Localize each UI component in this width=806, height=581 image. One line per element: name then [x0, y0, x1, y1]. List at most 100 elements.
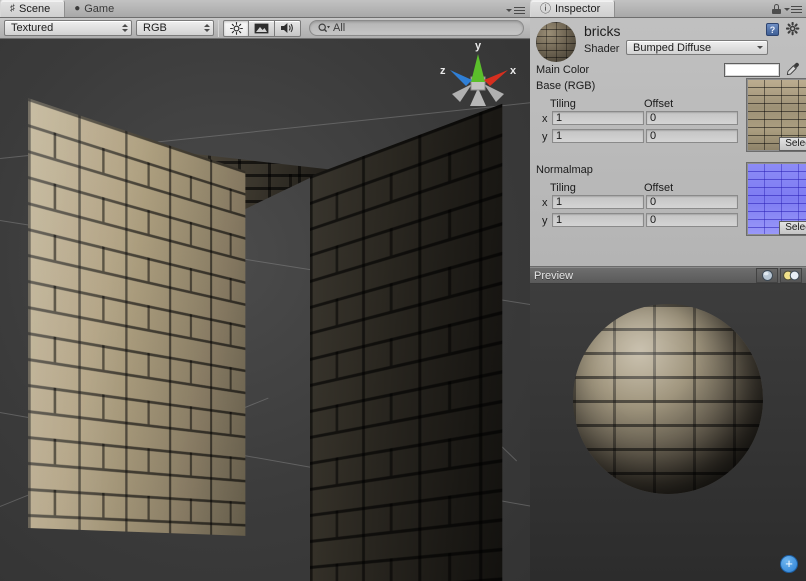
normalmap-tiling-x-field[interactable]: 1	[552, 195, 644, 209]
scene-view-toggles	[223, 20, 301, 37]
preview-lighting-button[interactable]	[780, 268, 802, 283]
grid-hash-icon: ♯	[10, 4, 15, 14]
cube-right-shading	[310, 104, 502, 581]
normalmap-axis-x-label: x	[542, 197, 548, 209]
material-inspector-body: bricks Shader Bumped Diffuse ?	[530, 18, 806, 267]
audio-toggle-button[interactable]	[275, 20, 301, 37]
shader-dropdown[interactable]: Bumped Diffuse	[626, 40, 768, 55]
base-axis-x-label: x	[542, 113, 548, 125]
info-circle-icon: ⓘ	[540, 4, 551, 15]
scene-viewport[interactable]: y x z	[0, 40, 530, 581]
preview-title: Preview	[534, 270, 573, 282]
base-offset-x-field[interactable]: 0	[646, 111, 738, 125]
tab-scene-label: Scene	[19, 3, 50, 15]
normalmap-section: Normalmap Tiling Offset x 1 0 y 1 0 Sele…	[530, 164, 806, 246]
gizmo-neg-x-cone	[452, 84, 472, 102]
settings-gear-icon[interactable]	[786, 22, 800, 36]
render-mode-dropdown[interactable]: RGB	[136, 20, 214, 36]
tab-game[interactable]: ● Game	[65, 0, 128, 17]
gizmo-x-cone	[484, 70, 508, 86]
base-tiling-x-field[interactable]: 1	[552, 111, 644, 125]
lock-icon[interactable]	[772, 4, 781, 14]
tab-inspector-label: Inspector	[555, 3, 600, 15]
chevron-down-icon	[784, 8, 790, 11]
unity-editor-window: ♯ Scene ● Game Textured RGB	[0, 0, 806, 581]
base-texture-select-button[interactable]: Select	[779, 137, 806, 151]
brick-cube-object[interactable]	[20, 58, 420, 578]
normalmap-offset-y-field[interactable]: 0	[646, 213, 738, 227]
scene-toolbar: Textured RGB	[0, 18, 530, 39]
shader-label: Shader	[584, 43, 619, 55]
material-preview-area[interactable]: +	[530, 284, 806, 581]
base-rgb-section: Base (RGB) Tiling Offset x 1 0 y 1 0 Sel…	[530, 80, 806, 158]
gamepad-icon: ●	[74, 4, 80, 14]
shader-value: Bumped Diffuse	[633, 42, 711, 54]
image-skybox-icon	[254, 23, 269, 34]
gizmo-x-label: x	[510, 65, 516, 77]
tab-game-label: Game	[84, 3, 114, 15]
normalmap-label: Normalmap	[536, 164, 593, 176]
inspector-tabbar-controls	[772, 4, 802, 14]
normalmap-offset-x-field[interactable]: 0	[646, 195, 738, 209]
sphere-mesh-icon	[761, 269, 774, 282]
hamburger-icon	[514, 7, 525, 14]
normalmap-axis-y-label: y	[542, 215, 548, 227]
gizmo-z-label: z	[440, 65, 446, 77]
base-offset-label: Offset	[644, 98, 673, 110]
inspector-panel: ⓘ Inspector bricks Shader Bumped Diffuse	[530, 0, 806, 581]
help-book-icon[interactable]: ?	[766, 23, 779, 36]
draw-mode-value: Textured	[11, 22, 53, 34]
chevron-down-icon	[757, 46, 763, 49]
normalmap-texture-select-button[interactable]: Select	[779, 221, 806, 235]
normalmap-offset-label: Offset	[644, 182, 673, 194]
lighting-toggle-button[interactable]	[223, 20, 249, 37]
gizmo-y-cone	[471, 54, 485, 82]
sun-light-icon	[230, 22, 243, 35]
gizmo-neg-z-cone	[484, 84, 504, 102]
base-tiling-label: Tiling	[550, 98, 576, 110]
normalmap-tiling-label: Tiling	[550, 182, 576, 194]
preview-lighting-icon	[782, 269, 800, 282]
draw-mode-dropdown[interactable]: Textured	[4, 20, 132, 36]
speaker-audio-icon	[280, 22, 295, 34]
material-header: bricks Shader Bumped Diffuse ?	[530, 18, 806, 64]
main-color-label: Main Color	[536, 64, 589, 76]
base-rgb-label: Base (RGB)	[536, 80, 595, 92]
hamburger-icon	[791, 6, 802, 13]
cube-right-face	[310, 104, 502, 581]
base-tiling-y-field[interactable]: 1	[552, 129, 644, 143]
scene-axis-gizmo[interactable]: y x z	[436, 42, 520, 112]
scene-tabbar: ♯ Scene ● Game	[0, 0, 530, 18]
eyedropper-icon[interactable]	[786, 62, 800, 76]
toolbar-divider	[218, 20, 219, 37]
material-sphere-icon	[536, 22, 576, 62]
updown-arrows-icon	[204, 24, 210, 32]
preview-header: Preview	[530, 267, 806, 284]
cube-left-shading	[28, 98, 245, 536]
preview-sphere-object[interactable]	[573, 304, 763, 494]
scene-panel-options-menu[interactable]	[506, 7, 525, 14]
main-color-swatch[interactable]	[724, 63, 780, 77]
base-texture-thumbnail[interactable]: Select	[746, 78, 806, 152]
gizmo-z-cone	[450, 70, 472, 86]
inspector-options-menu[interactable]	[784, 6, 802, 13]
gizmo-neg-y-cone	[470, 88, 486, 106]
normalmap-tiling-y-field[interactable]: 1	[552, 213, 644, 227]
inspector-tabbar: ⓘ Inspector	[530, 0, 806, 18]
search-magnifier-icon	[318, 23, 330, 34]
material-name: bricks	[584, 23, 621, 39]
search-value: All	[333, 22, 345, 34]
preview-mesh-button[interactable]	[756, 268, 778, 283]
preview-add-button[interactable]: +	[780, 555, 798, 573]
base-offset-y-field[interactable]: 0	[646, 129, 738, 143]
gizmo-y-label: y	[475, 40, 481, 52]
skybox-toggle-button[interactable]	[249, 20, 275, 37]
chevron-down-icon	[506, 9, 512, 12]
search-input[interactable]: All	[309, 20, 524, 36]
tab-scene[interactable]: ♯ Scene	[0, 0, 65, 17]
base-axis-y-label: y	[542, 131, 548, 143]
cube-left-face	[28, 98, 245, 536]
scene-panel: ♯ Scene ● Game Textured RGB	[0, 0, 530, 581]
normalmap-texture-thumbnail[interactable]: Select	[746, 162, 806, 236]
tab-inspector[interactable]: ⓘ Inspector	[530, 0, 615, 17]
